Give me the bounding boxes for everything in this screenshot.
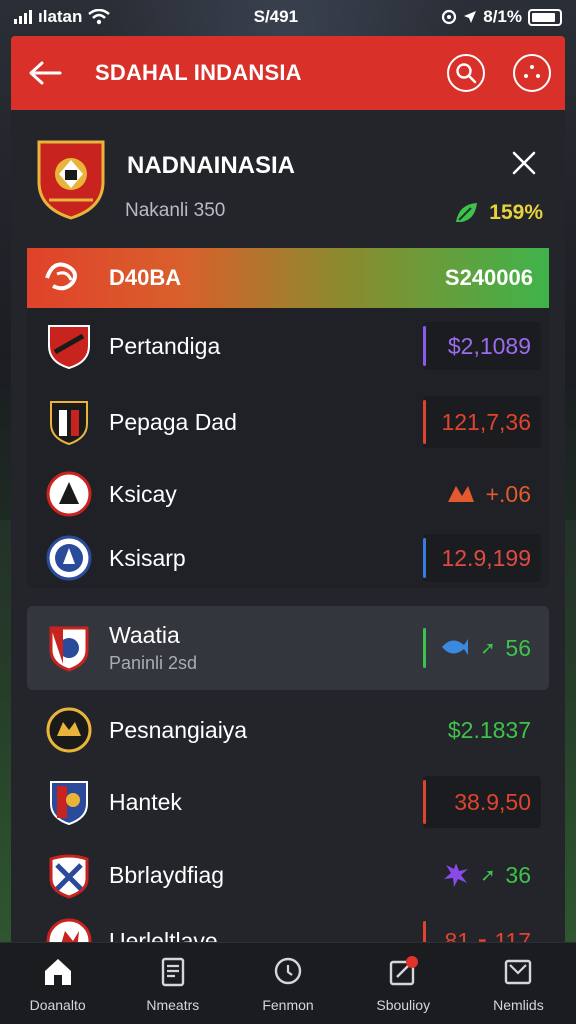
club-amount: ➚ 56 <box>423 624 541 672</box>
sync-icon <box>442 9 457 25</box>
club-name: Waatia Paninli 2sd <box>109 622 423 674</box>
club-crest-icon <box>49 626 89 672</box>
list-item[interactable]: Ksicay +.06 <box>27 464 549 524</box>
team-subtitle: Nakanli 350 <box>125 200 226 221</box>
team-crest-icon <box>37 140 105 220</box>
leaf-icon <box>456 203 478 222</box>
nav-item-matches[interactable]: Nmeatrs <box>115 943 230 1024</box>
back-button[interactable] <box>25 53 65 93</box>
club-crest-icon <box>49 854 89 899</box>
highlight-label: D40BA <box>109 265 182 290</box>
signal-icon <box>14 10 32 24</box>
club-name: Bbrlaydfiag <box>109 861 225 888</box>
status-bar: ılatan S/491 8/1% <box>0 0 576 34</box>
home-icon <box>44 958 71 985</box>
team-header: NADNAINASIA Nakanli 350 159% <box>33 138 543 238</box>
club-amount: 121,7,36 <box>423 396 541 448</box>
list-item[interactable]: Pesnangiaiya $2.1837 <box>27 698 549 762</box>
club-crest-icon <box>46 471 92 517</box>
team-detail-panel: NADNAINASIA Nakanli 350 159% D40BA S2400… <box>11 110 565 942</box>
club-name-label: Waatia <box>109 622 180 648</box>
club-name: Pesnangiaiya <box>109 716 248 743</box>
list-item[interactable]: Waatia Paninli 2sd ➚ 56 <box>27 606 549 690</box>
nav-item-schedule[interactable]: Sboulioy <box>346 943 461 1024</box>
club-name: Pepaga Dad <box>109 408 237 435</box>
nav-label: Sboulioy <box>376 996 431 1013</box>
club-amount: 38.9,50 <box>423 776 541 828</box>
list-item[interactable]: Ksisarp 12.9,199 <box>27 528 549 588</box>
search-button[interactable] <box>447 54 485 92</box>
document-icon <box>161 957 184 986</box>
nav-item-search[interactable]: Fenmon <box>230 943 345 1024</box>
club-amount: $2,1089 <box>423 322 541 370</box>
arrow-glyph: ➚ <box>480 864 496 885</box>
splash-icon <box>444 863 469 887</box>
team-name: NADNAINASIA <box>127 152 295 179</box>
battery-percent: 8/1% <box>483 7 522 26</box>
club-crest-icon <box>50 401 88 446</box>
highlight-value: S240006 <box>444 265 533 290</box>
more-button[interactable] <box>513 54 551 92</box>
search-icon <box>274 957 302 984</box>
club-amount-value: 56 <box>505 634 531 661</box>
wifi-icon <box>88 9 111 25</box>
club-subtitle: Paninli 2sd <box>109 653 198 673</box>
bird-icon <box>447 486 474 502</box>
club-crest-icon <box>50 781 88 826</box>
battery-icon <box>528 8 562 26</box>
highlight-row[interactable]: D40BA S240006 <box>27 248 549 308</box>
club-crest-icon <box>46 535 92 581</box>
edit-icon <box>390 955 419 985</box>
nav-item-more[interactable]: Nemlids <box>461 943 576 1024</box>
stats-list: Waatia Paninli 2sd ➚ 56 Pesnangiaiya $2.1… <box>27 606 549 942</box>
arrow-left-icon <box>29 61 62 85</box>
club-name: Pertandiga <box>109 332 221 359</box>
club-name: Uerleltlave <box>109 927 218 943</box>
carrier-label: ılatan <box>38 7 83 26</box>
search-icon <box>456 63 477 84</box>
club-amount: ➚ 36 <box>423 851 541 899</box>
inbox-icon <box>505 959 532 984</box>
club-name: Hantek <box>109 788 182 815</box>
nav-label: Nemlids <box>493 996 544 1013</box>
arrow-glyph: ➚ <box>480 637 496 658</box>
list-item[interactable]: Hantek 38.9,50 <box>27 766 549 838</box>
club-amount-value: +.06 <box>485 480 531 507</box>
club-amount-value: 36 <box>505 861 531 888</box>
nav-label: Nmeatrs <box>146 996 200 1013</box>
location-icon <box>464 11 477 23</box>
bottom-nav: Doanalto Nmeatrs Fenmon Sboulioy Nemlids <box>0 942 576 1024</box>
stats-card: D40BA S240006 Pertandiga $2,1089 Pepaga … <box>27 248 549 588</box>
swirl-icon <box>45 262 77 291</box>
page-title: SDAHAL INDANSIA <box>95 60 302 85</box>
list-item[interactable]: Pertandiga $2,1089 <box>27 316 549 376</box>
club-name: Ksisarp <box>109 544 186 571</box>
club-name: Ksicay <box>109 480 177 507</box>
club-amount: $2.1837 <box>447 716 531 743</box>
club-crest-icon <box>48 325 90 370</box>
change-value: 159% <box>489 201 543 224</box>
clock: S/491 <box>253 7 299 26</box>
app-header: SDAHAL INDANSIA <box>11 36 565 110</box>
list-item[interactable]: Bbrlaydfiag ➚ 36 <box>27 842 549 908</box>
club-amount: 81 ⁃ 117 <box>423 917 541 942</box>
nav-item-home[interactable]: Doanalto <box>0 943 115 1024</box>
change-badge: 159% <box>453 200 543 226</box>
close-icon[interactable] <box>509 148 539 178</box>
list-item[interactable]: Uerleltlave 81 ⁃ 117 <box>27 912 549 942</box>
nav-label: Doanalto <box>29 996 86 1013</box>
nav-label: Fenmon <box>262 996 314 1013</box>
club-amount: 12.9,199 <box>423 534 541 582</box>
list-item[interactable]: Pepaga Dad 121,7,36 <box>27 386 549 458</box>
club-crest-icon <box>46 918 92 942</box>
more-icon <box>524 65 540 78</box>
fish-icon <box>442 639 469 655</box>
club-crest-icon <box>46 707 92 753</box>
club-amount: +.06 <box>423 470 541 518</box>
